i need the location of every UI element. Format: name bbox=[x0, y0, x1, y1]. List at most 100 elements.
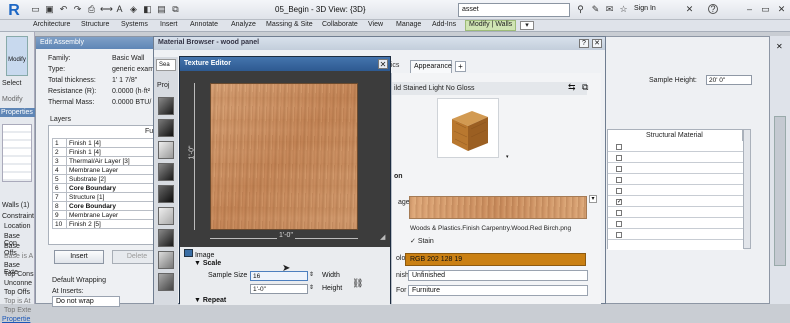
at-inserts-dropdown[interactable]: Do not wrap bbox=[52, 296, 120, 307]
structural-checkbox[interactable] bbox=[616, 188, 622, 194]
height-input[interactable]: 1'-0" bbox=[250, 284, 308, 294]
redo-icon[interactable]: ↷ bbox=[72, 4, 83, 15]
search-input[interactable]: asset bbox=[458, 3, 570, 17]
spinner-icon[interactable]: ⇕ bbox=[309, 284, 314, 291]
structural-checkbox[interactable] bbox=[616, 177, 622, 183]
tab-modify-walls[interactable]: Modify | Walls bbox=[465, 20, 517, 31]
minimize-icon[interactable]: – bbox=[744, 4, 755, 15]
thermal-mass-label: Thermal Mass: bbox=[48, 99, 95, 106]
help-button[interactable]: ? bbox=[579, 39, 589, 48]
close-button[interactable]: ✕ bbox=[378, 59, 388, 69]
type-label: Type: bbox=[48, 66, 66, 73]
tab-systems[interactable]: Systems bbox=[121, 21, 148, 28]
spinner-icon[interactable]: ⇕ bbox=[309, 271, 314, 278]
used-for-dropdown[interactable]: Furniture bbox=[408, 285, 588, 296]
communication-icon[interactable]: ✉ bbox=[604, 4, 615, 15]
prop-item: Constraint bbox=[2, 213, 34, 220]
structural-checkbox-checked[interactable]: ✓ bbox=[616, 199, 622, 205]
type-preview[interactable] bbox=[2, 124, 32, 182]
open-icon[interactable]: ▭ bbox=[30, 4, 41, 15]
save-icon[interactable]: ▣ bbox=[44, 4, 55, 15]
tab-manage[interactable]: Manage bbox=[396, 21, 421, 28]
texture-preview[interactable] bbox=[210, 83, 358, 230]
link-icon[interactable]: ⛓ bbox=[352, 278, 363, 289]
instance-count[interactable]: Walls (1) bbox=[2, 202, 29, 209]
structural-checkbox[interactable] bbox=[616, 210, 622, 216]
select-dropdown[interactable]: Select bbox=[2, 80, 21, 87]
modify-button[interactable]: Modify bbox=[6, 36, 28, 76]
image-thumbnail[interactable] bbox=[409, 196, 587, 219]
print-icon[interactable]: ⎙ bbox=[86, 4, 97, 15]
material-swatch[interactable] bbox=[158, 141, 174, 159]
structural-checkbox[interactable] bbox=[616, 144, 622, 150]
resize-grip-icon[interactable]: ◢ bbox=[380, 233, 385, 241]
layer-num: 5 bbox=[52, 174, 67, 184]
family-value: Basic Wall bbox=[112, 55, 145, 62]
tab-insert[interactable]: Insert bbox=[160, 21, 178, 28]
material-swatch[interactable] bbox=[158, 185, 174, 203]
color-swatch[interactable]: RGB 202 128 19 bbox=[405, 253, 586, 266]
close-hidden-icon[interactable]: ▤ bbox=[156, 4, 167, 15]
material-swatch[interactable] bbox=[158, 119, 174, 137]
tab-architecture[interactable]: Architecture bbox=[33, 21, 70, 28]
table-scrollbar[interactable] bbox=[743, 129, 751, 249]
scrollbar-thumb[interactable] bbox=[774, 116, 786, 266]
measure-icon[interactable]: ⟷ bbox=[100, 4, 113, 15]
material-swatch[interactable] bbox=[158, 207, 174, 225]
switch-windows-icon[interactable]: ⧉ bbox=[170, 4, 181, 15]
text-icon[interactable]: A bbox=[114, 4, 125, 15]
3d-view-icon[interactable]: ◈ bbox=[128, 4, 139, 15]
tab-view[interactable]: View bbox=[368, 21, 383, 28]
properties-help-link[interactable]: Propertie bbox=[2, 316, 30, 323]
edit-assembly-right: Sample Height: 20' 0" Structural Materia… bbox=[600, 36, 770, 304]
section-icon[interactable]: ◧ bbox=[142, 4, 153, 15]
tab-massing-site[interactable]: Massing & Site bbox=[266, 21, 313, 28]
undo-icon[interactable]: ↶ bbox=[58, 4, 69, 15]
finish-dropdown[interactable]: Unfinished bbox=[408, 270, 588, 281]
exchange-apps-icon[interactable]: ✕ bbox=[684, 4, 695, 15]
wood-cube-icon bbox=[452, 111, 488, 151]
structural-checkbox[interactable] bbox=[616, 232, 622, 238]
material-swatch[interactable] bbox=[158, 273, 174, 291]
search-field[interactable]: Sea bbox=[156, 59, 176, 71]
ribbon-toggle-icon[interactable]: ▾ bbox=[520, 21, 534, 30]
duplicate-asset-icon[interactable]: ⧉ bbox=[582, 82, 588, 93]
app-logo[interactable]: R bbox=[2, 1, 26, 20]
replace-asset-icon[interactable]: ⇆ bbox=[568, 82, 576, 93]
subscription-icon[interactable]: ✎ bbox=[590, 4, 601, 15]
tab-add-ins[interactable]: Add-Ins bbox=[432, 21, 456, 28]
material-swatch[interactable] bbox=[158, 163, 174, 181]
add-asset-tab[interactable]: + bbox=[455, 61, 466, 72]
sign-in-link[interactable]: Sign In bbox=[634, 5, 656, 12]
close-icon[interactable]: ✕ bbox=[776, 42, 784, 51]
tab-collaborate[interactable]: Collaborate bbox=[322, 21, 358, 28]
tab-analyze[interactable]: Analyze bbox=[231, 21, 256, 28]
binoculars-icon[interactable]: ⚲ bbox=[575, 4, 586, 15]
used-for-label: For bbox=[396, 287, 407, 294]
tab-appearance[interactable]: Appearance bbox=[410, 60, 452, 73]
material-swatch[interactable] bbox=[158, 97, 174, 115]
repeat-header[interactable]: ▼ Repeat bbox=[194, 297, 226, 304]
insert-button[interactable]: Insert bbox=[54, 250, 104, 264]
tab-annotate[interactable]: Annotate bbox=[190, 21, 218, 28]
close-app-icon[interactable]: ✕ bbox=[776, 4, 787, 15]
preview-options-icon[interactable]: ▾ bbox=[506, 154, 509, 160]
stain-checkbox[interactable]: ✓ Stain bbox=[410, 237, 434, 245]
tab-structure[interactable]: Structure bbox=[81, 21, 109, 28]
maximize-icon[interactable]: ▭ bbox=[760, 4, 771, 15]
sample-size-input[interactable]: 16 bbox=[250, 271, 308, 281]
scale-header[interactable]: ▼ Scale bbox=[194, 260, 221, 267]
sample-height-input[interactable]: 20' 0" bbox=[706, 75, 752, 85]
structural-checkbox[interactable] bbox=[616, 221, 622, 227]
material-swatch[interactable] bbox=[158, 229, 174, 247]
material-preview[interactable] bbox=[437, 98, 499, 158]
help-icon[interactable]: ? bbox=[708, 4, 718, 14]
close-button[interactable]: ✕ bbox=[592, 39, 602, 48]
image-dropdown-icon[interactable]: ▾ bbox=[589, 195, 597, 203]
height-label: Height bbox=[322, 285, 343, 292]
material-swatch[interactable] bbox=[158, 251, 174, 269]
structural-checkbox[interactable] bbox=[616, 155, 622, 161]
prop-item: Location bbox=[4, 223, 31, 230]
sample-size-label: Sample Size bbox=[208, 272, 248, 279]
structural-checkbox[interactable] bbox=[616, 166, 622, 172]
